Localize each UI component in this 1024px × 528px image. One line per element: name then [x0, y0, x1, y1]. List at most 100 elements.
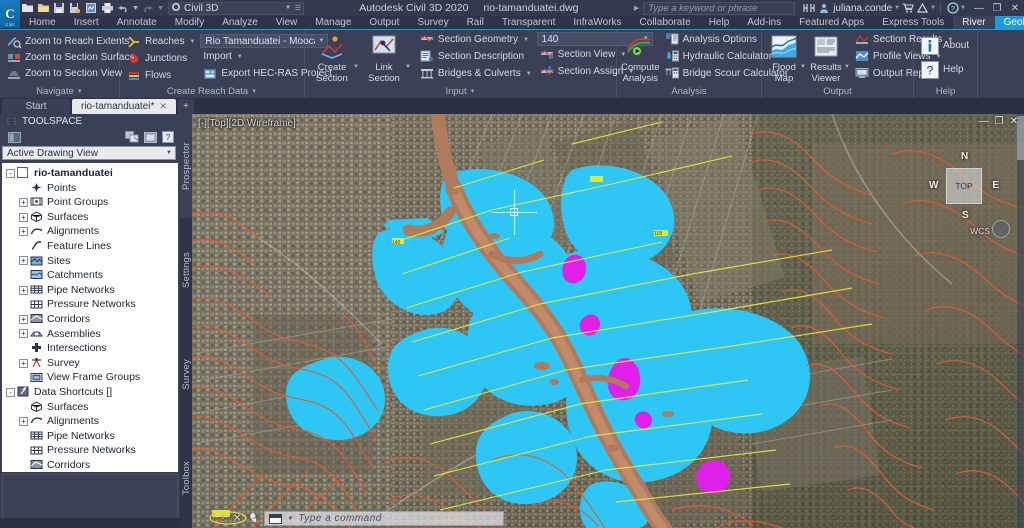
- drag-grip-icon[interactable]: ⋮⋮: [4, 117, 19, 126]
- restore-button[interactable]: ❐: [988, 3, 1006, 14]
- data-shortcuts-icon[interactable]: [124, 130, 140, 144]
- autodesk-menu-chevron-icon[interactable]: ▼: [930, 5, 936, 11]
- drawing-tab-rio-tamanduatei-[interactable]: rio-tamanduatei* ✕: [72, 99, 176, 114]
- canvas-vertical-scrollbar[interactable]: [1017, 114, 1024, 528]
- ribbon-tab-help[interactable]: Help: [700, 16, 739, 29]
- tree-node-data-shortcuts-[interactable]: - Data Shortcuts []: [2, 385, 178, 400]
- tree-expander-icon[interactable]: -: [6, 168, 15, 178]
- tree-node-pipe-networks[interactable]: Pipe Networks: [2, 429, 178, 444]
- viewport-close-icon[interactable]: ✕: [1010, 116, 1018, 127]
- create-section-button[interactable]: Create Section: [309, 32, 355, 84]
- search-expand-icon[interactable]: ▶: [634, 4, 639, 12]
- command-input[interactable]: ▼ Type a command: [264, 511, 505, 526]
- search-input[interactable]: Type a keyword or phrase: [643, 1, 796, 15]
- tree-node-rio-tamanduatei[interactable]: - rio-tamanduatei: [2, 166, 178, 181]
- section-description-button[interactable]: Section Description: [417, 49, 535, 65]
- tree-node-pressure-networks[interactable]: Pressure Networks: [2, 443, 178, 458]
- tree-node-alignments[interactable]: + Alignments: [2, 414, 178, 429]
- ribbon-tab-add-ins[interactable]: Add-ins: [738, 16, 790, 29]
- close-icon[interactable]: ✕: [233, 513, 241, 524]
- autodesk-app-manager-icon[interactable]: [801, 1, 816, 15]
- item-preview-icon[interactable]: [142, 130, 158, 144]
- close-button[interactable]: ✕: [1006, 3, 1024, 14]
- drag-grip-icon[interactable]: ⋮⋮: [208, 513, 228, 524]
- reaches-button[interactable]: Reaches ▼: [124, 34, 198, 50]
- save-as-icon[interactable]: [68, 2, 82, 15]
- tree-node-corridors[interactable]: + Corridors: [2, 312, 178, 327]
- tree-expander-icon[interactable]: +: [19, 256, 28, 266]
- zoom-to-section-surface-button[interactable]: Zoom to Section Surface: [4, 50, 138, 66]
- chevron-down-icon[interactable]: ▼: [523, 37, 529, 43]
- toolspace-panel-icon[interactable]: [6, 130, 22, 144]
- results-viewer-button[interactable]: Results Viewer: [806, 32, 846, 84]
- chevron-down-icon[interactable]: ▼: [526, 71, 532, 77]
- ribbon-tab-manage[interactable]: Manage: [306, 16, 360, 29]
- toolspace-view-selector[interactable]: Active Drawing View ▼: [2, 146, 176, 160]
- toolspace-tab-survey[interactable]: Survey: [180, 322, 192, 426]
- flood-map-button[interactable]: Flood Map: [766, 32, 802, 84]
- redo-icon[interactable]: [141, 2, 155, 15]
- chevron-down-icon[interactable]: ▼: [405, 64, 411, 84]
- undo-dropdown-icon[interactable]: [132, 2, 139, 15]
- tree-node-view-frame-groups[interactable]: View Frame Groups: [2, 370, 178, 385]
- ribbon-tab-home[interactable]: Home: [20, 16, 65, 29]
- help-button[interactable]: ? Help: [918, 60, 967, 80]
- chevron-down-icon[interactable]: ▼: [189, 39, 195, 45]
- tree-expander-icon[interactable]: +: [19, 329, 28, 339]
- chevron-down-icon[interactable]: ▼: [844, 64, 850, 84]
- ribbon-tab-express-tools[interactable]: Express Tools: [873, 16, 953, 29]
- zoom-to-section-view-button[interactable]: Zoom to Section View: [4, 66, 125, 82]
- new-file-icon[interactable]: [20, 2, 34, 15]
- ribbon-tab-survey[interactable]: Survey: [408, 16, 457, 29]
- ribbon-tab-view[interactable]: View: [267, 16, 307, 29]
- drawing-tab--[interactable]: +: [177, 99, 194, 114]
- viewcube-east-label[interactable]: E: [992, 180, 999, 191]
- minimize-button[interactable]: —: [970, 3, 988, 14]
- workspace-menu-icon[interactable]: ☰: [295, 4, 301, 12]
- user-account-icon[interactable]: [816, 1, 831, 15]
- ribbon-tab-river[interactable]: River: [953, 16, 995, 29]
- tree-expander-icon[interactable]: +: [19, 416, 28, 426]
- tree-node-corridors[interactable]: Corridors: [2, 458, 178, 472]
- tree-node-survey[interactable]: + Survey: [2, 356, 178, 371]
- help-question-icon[interactable]: ?: [945, 1, 960, 15]
- tree-expander-icon[interactable]: +: [19, 285, 28, 295]
- ribbon-panel-title-input[interactable]: Input ▼: [305, 85, 616, 98]
- application-menu-button[interactable]: C C3D: [0, 0, 20, 28]
- save-icon[interactable]: [52, 2, 66, 15]
- tree-node-intersections[interactable]: Intersections: [2, 341, 178, 356]
- coordinate-system-label[interactable]: WCS: [970, 226, 990, 236]
- toolspace-tab-prospector[interactable]: Prospector: [180, 114, 192, 218]
- tree-node-alignments[interactable]: + Alignments: [2, 224, 178, 239]
- tree-node-point-groups[interactable]: + Point Groups: [2, 195, 178, 210]
- undo-icon[interactable]: [116, 2, 130, 15]
- prospector-tree[interactable]: - rio-tamanduatei Points + Point Groups + Surf…: [2, 163, 178, 472]
- help-icon[interactable]: ?: [160, 130, 176, 144]
- tree-node-pipe-networks[interactable]: + Pipe Networks: [2, 283, 178, 298]
- viewcube-top-face[interactable]: TOP: [946, 168, 982, 204]
- tree-node-assemblies[interactable]: + Assemblies: [2, 327, 178, 342]
- plot-icon[interactable]: [100, 2, 114, 15]
- viewcube-south-label[interactable]: S: [962, 210, 969, 221]
- ribbon-panel-title-navigate[interactable]: Navigate ▼: [0, 85, 119, 98]
- user-name-label[interactable]: juliana.conde: [833, 3, 892, 14]
- zoom-to-reach-extents-button[interactable]: Zoom to Reach Extents: [4, 34, 133, 50]
- ribbon-panel-title-create-reach-data[interactable]: Create Reach Data ▼: [120, 85, 304, 98]
- tree-expander-icon[interactable]: +: [19, 358, 28, 368]
- drawing-canvas[interactable]: 140 118 [-][Top][2D Wireframe] — ❐ ✕ N S…: [192, 114, 1024, 528]
- viewport-label[interactable]: [-][Top][2D Wireframe]: [198, 118, 296, 129]
- viewport-minimize-icon[interactable]: —: [979, 116, 989, 127]
- tree-node-feature-lines[interactable]: Feature Lines: [2, 239, 178, 254]
- ribbon-tab-infraworks[interactable]: InfraWorks: [564, 16, 630, 29]
- view-cube[interactable]: N S E W TOP: [928, 150, 1000, 222]
- ribbon-tab-modify[interactable]: Modify: [166, 16, 213, 29]
- viewcube-north-label[interactable]: N: [961, 151, 968, 162]
- tree-expander-icon[interactable]: +: [19, 227, 28, 237]
- ribbon-tab-rail[interactable]: Rail: [458, 16, 493, 29]
- toolspace-tab-settings[interactable]: Settings: [180, 218, 192, 322]
- viewport-restore-icon[interactable]: ❐: [995, 116, 1004, 127]
- ribbon-tab-transparent[interactable]: Transparent: [493, 16, 565, 29]
- tree-node-catchments[interactable]: Catchments: [2, 268, 178, 283]
- ribbon-tab-output[interactable]: Output: [360, 16, 408, 29]
- customize-icon[interactable]: [246, 512, 257, 526]
